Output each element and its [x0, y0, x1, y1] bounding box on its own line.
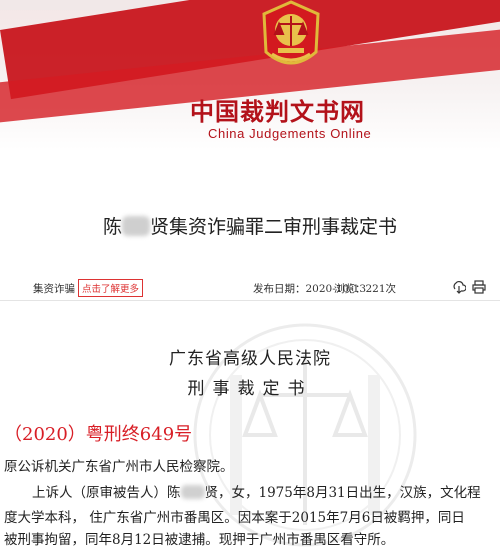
document-type: 刑事裁定书: [187, 379, 313, 399]
print-icon[interactable]: [472, 280, 486, 294]
court-emblem-icon[interactable]: [258, 0, 324, 74]
appellant-line-start: 上诉人（原审被告人）陈: [32, 485, 181, 501]
case-number: （2020）粤刑终649号: [4, 424, 193, 445]
meta-divider: [0, 300, 500, 301]
document-title: 陈 贤集资诈骗罪二审刑事裁定书: [0, 212, 500, 239]
category-tag[interactable]: 集资诈骗: [33, 281, 75, 296]
site-header-banner: 中国裁判文书网 China Judgements Online: [0, 0, 500, 150]
download-icon[interactable]: [452, 280, 466, 294]
document-meta-bar: 集资诈骗 点击了解更多 发布日期：2020-10-13 浏览：221次: [0, 279, 500, 299]
prosecutor-line: 原公诉机关广东省广州市人民检察院。: [4, 459, 234, 475]
appellant-line: 上诉人（原审被告人）陈 贤，女，1975年8月31日出生，汉族，文化程: [32, 481, 481, 501]
residence-line: 度大学本科， 住广东省广州市番禺区。因本案于2015年7月6日被羁押，同日: [4, 510, 465, 526]
court-name: 广东省高级人民法院: [169, 349, 331, 369]
redacted-appellant-name: [180, 485, 205, 499]
site-title[interactable]: 中国裁判文书网: [190, 92, 365, 127]
redacted-name: [122, 216, 150, 236]
document-title-prefix: 陈: [102, 216, 122, 238]
view-count: 浏览：221次: [334, 283, 397, 295]
appellant-line-end: 贤，女，1975年8月31日出生，汉族，文化程: [204, 485, 481, 501]
detention-line: 被刑事拘留，同年8月12日被逮捕。现押于广州市番禺区看守所。: [4, 532, 395, 548]
learn-more-button[interactable]: 点击了解更多: [78, 279, 144, 297]
site-subtitle: China Judgements Online: [208, 126, 372, 141]
document-title-suffix: 贤集资诈骗罪二审刑事裁定书: [150, 216, 398, 238]
